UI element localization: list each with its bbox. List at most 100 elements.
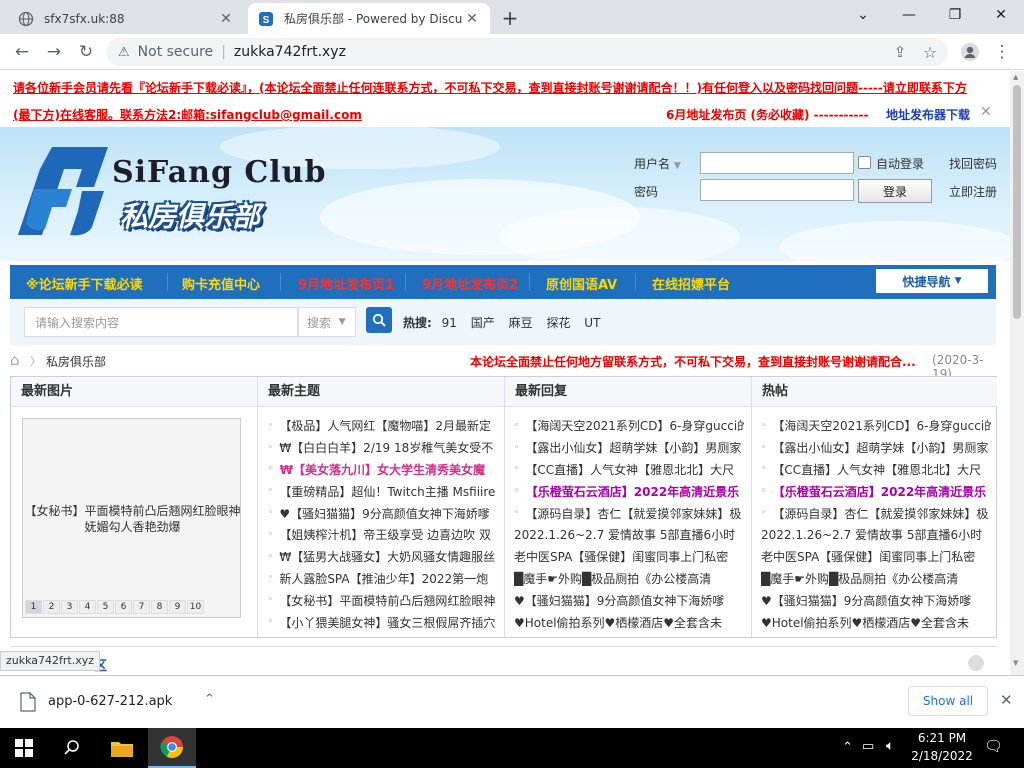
- image-caption[interactable]: 【女秘书】平面模特前凸后翘网红脸眼神妩媚勾人香艳劲爆: [23, 503, 242, 535]
- tray-chevron-up-icon[interactable]: ⌃: [842, 740, 853, 755]
- nav-online-platform[interactable]: 在线招嫖平台: [652, 274, 730, 293]
- share-icon[interactable]: ⇪: [888, 40, 912, 64]
- url-text[interactable]: zukka742frt.xyz: [234, 44, 346, 60]
- pager-page[interactable]: 6: [115, 600, 132, 614]
- nav-address-1[interactable]: 9月地址发布页1: [298, 274, 394, 293]
- list-item[interactable]: ◦ 【小丫猥美腿女神】骚女三根假屌齐插穴: [268, 611, 498, 633]
- menu-dots-icon[interactable]: ⋮: [990, 40, 1014, 64]
- breadcrumb-current[interactable]: 私房俱乐部: [46, 353, 106, 370]
- profile-avatar-icon[interactable]: [958, 40, 982, 64]
- address-bar[interactable]: ⚠ Not secure | zukka742frt.xyz: [106, 38, 948, 66]
- pager-page[interactable]: 4: [79, 600, 96, 614]
- list-item[interactable]: ◦ ₩【美女落九川】女大学生清秀美女魔: [268, 459, 498, 481]
- contact-link[interactable]: (最下方)在线客服。联系方法2:邮箱:sifangclub@gmail.com: [13, 108, 362, 122]
- chevron-down-icon[interactable]: ⌄: [850, 4, 876, 26]
- close-tab-icon[interactable]: ✕: [216, 9, 236, 29]
- nav-recharge[interactable]: 购卡充值中心: [182, 274, 260, 293]
- hot-term[interactable]: 探花: [546, 316, 570, 330]
- list-item[interactable]: ◦ ₩【猛男大战骚女】大奶风骚女情趣服丝: [268, 546, 498, 568]
- scroll-down-icon[interactable]: ▼: [1013, 659, 1018, 667]
- list-item[interactable]: ◦ 新人露脸SPA【推油少年】2022第一炮: [268, 568, 498, 590]
- hot-term[interactable]: 麻豆: [509, 316, 533, 330]
- file-explorer-icon[interactable]: [98, 728, 146, 768]
- list-item[interactable]: 2022.1.26~2.7 爱情故事 5部直播6小时: [514, 524, 744, 546]
- close-download-bar-icon[interactable]: ✕: [1000, 691, 1013, 709]
- password-input[interactable]: [700, 179, 854, 201]
- list-item[interactable]: ◦ 【极品】人气网红【魔物喵】2月最新定: [268, 415, 498, 437]
- list-item[interactable]: ♥Hotel偷拍系列♥栖檬酒店♥全套含未: [761, 611, 991, 633]
- address-release-page[interactable]: 6月地址发布页 (务必收藏) -----------: [666, 106, 868, 123]
- hot-term[interactable]: 91: [442, 316, 457, 330]
- address-publisher-download[interactable]: 地址发布器下载: [886, 106, 970, 123]
- nav-address-2[interactable]: 9月地址发布页2: [422, 274, 518, 293]
- pager-page[interactable]: 8: [151, 600, 168, 614]
- notice-line-2[interactable]: (最下方)在线客服。联系方法2:邮箱:sifangclub@gmail.com: [13, 106, 362, 123]
- maximize-button[interactable]: ❐: [942, 4, 968, 26]
- taskbar-date[interactable]: 2/18/2022: [910, 749, 974, 763]
- pager-page[interactable]: 7: [133, 600, 150, 614]
- pager-page[interactable]: 3: [61, 600, 78, 614]
- pager-page[interactable]: 1: [25, 600, 42, 614]
- list-item[interactable]: ◦ 【重磅精品】超仙！Twitch主播 Msfiiire: [268, 480, 498, 502]
- search-button[interactable]: [366, 307, 392, 333]
- download-filename[interactable]: app-0-627-212.apk: [48, 694, 172, 709]
- chrome-icon[interactable]: [148, 728, 196, 768]
- reload-icon[interactable]: ↻: [74, 40, 98, 64]
- bookmark-star-icon[interactable]: ☆: [918, 40, 942, 64]
- volume-icon[interactable]: 🔈︎: [886, 738, 894, 754]
- windows-start-icon[interactable]: [0, 728, 48, 768]
- list-item[interactable]: ♥【骚妇猫猫】9分高颜值女神下海娇嗲: [514, 589, 744, 611]
- chevron-up-icon[interactable]: ⌃: [204, 692, 215, 707]
- list-item[interactable]: ♥【骚妇猫猫】9分高颜值女神下海娇嗲: [761, 589, 991, 611]
- list-item[interactable]: 老中医SPA【骚保健】闺蜜同事上门私密: [514, 546, 744, 568]
- show-all-button[interactable]: Show all: [908, 686, 988, 716]
- list-item[interactable]: ◦ 【源码自录】杏仁【就爱摸邻家妹妹】极: [514, 502, 744, 524]
- minimize-button[interactable]: —: [896, 4, 922, 26]
- taskbar-time[interactable]: 6:21 PM: [912, 731, 972, 745]
- pager-page[interactable]: 5: [97, 600, 114, 614]
- login-button[interactable]: 登录: [858, 179, 932, 203]
- nav-original-av[interactable]: 原创国语AV: [546, 274, 617, 293]
- network-icon[interactable]: ▭: [862, 739, 874, 754]
- tab-sfx7sfx[interactable]: sfx7sfx.uk:88 ✕: [8, 3, 244, 34]
- search-input[interactable]: 请输入搜索内容: [24, 307, 298, 337]
- collapse-icon[interactable]: ✕: [980, 104, 996, 120]
- hot-term[interactable]: 国产: [471, 316, 495, 330]
- announcement-text[interactable]: 本论坛全面禁止任何地方留联系方式，不可私下交易，查到直接封账号谢谢请配合...: [470, 353, 918, 370]
- list-item[interactable]: ◦ 【CC直播】人气女神【雅恩北北】大尺: [514, 459, 744, 481]
- list-item[interactable]: ◦ ♥【骚妇猫猫】9分高颜值女神下海娇嗲: [268, 502, 498, 524]
- list-item[interactable]: ◦ 【露出小仙女】超萌学妹【小韵】男厕家: [514, 437, 744, 459]
- list-item[interactable]: ◦ 【乐橙萤石云酒店】2022年高清近景乐: [514, 480, 744, 502]
- list-item[interactable]: ♥Hotel偷拍系列♥栖檬酒店♥全套含未: [514, 611, 744, 633]
- list-item[interactable]: █魔手☛外购█极品厕拍《办公楼高清: [514, 568, 744, 590]
- list-item[interactable]: ◦ 【源码自录】杏仁【就爱摸邻家妹妹】极: [761, 502, 991, 524]
- list-item[interactable]: ◦ ₩【白白白羊】2/19 18岁稚气美女受不: [268, 437, 498, 459]
- list-item[interactable]: ◦ 【海阔天空2021系列CD】6-身穿gucci的: [761, 415, 991, 437]
- auto-login-label[interactable]: 自动登录: [876, 155, 924, 172]
- hot-term[interactable]: UT: [584, 316, 600, 330]
- pager-page[interactable]: 9: [169, 600, 186, 614]
- pager-page[interactable]: 2: [43, 600, 60, 614]
- close-window-button[interactable]: ✕: [988, 4, 1014, 26]
- username-input[interactable]: [700, 152, 854, 174]
- security-label[interactable]: Not secure: [138, 44, 214, 60]
- collapse-circle-icon[interactable]: [968, 655, 984, 671]
- new-tab-button[interactable]: +: [498, 6, 522, 30]
- quick-nav-button[interactable]: 快捷导航 ▼: [876, 269, 988, 293]
- register-link[interactable]: 立即注册: [949, 183, 997, 200]
- list-item[interactable]: ◦ 【CC直播】人气女神【雅恩北北】大尺: [761, 459, 991, 481]
- list-item[interactable]: 老中医SPA【骚保健】闺蜜同事上门私密: [761, 546, 991, 568]
- back-arrow-icon[interactable]: ←: [10, 40, 34, 64]
- list-item[interactable]: ◦ 【女秘书】平面模特前凸后翘网红脸眼神: [268, 589, 498, 611]
- warning-icon[interactable]: ⚠: [118, 45, 130, 60]
- list-item[interactable]: ◦ 【露出小仙女】超萌学妹【小韵】男厕家: [761, 437, 991, 459]
- home-icon[interactable]: ⌂: [10, 351, 20, 369]
- notice-link[interactable]: 请各位新手会员请先看『论坛新手下载必读』，(本论坛全面禁止任何连联系方式，不可私…: [13, 81, 967, 95]
- scrollbar-thumb[interactable]: [1013, 85, 1021, 319]
- search-type-select[interactable]: 搜索 ▼: [298, 307, 356, 337]
- list-item[interactable]: 2022.1.26~2.7 爱情故事 5部直播6小时: [761, 524, 991, 546]
- nav-newbie-guide[interactable]: ※论坛新手下载必读: [26, 274, 143, 293]
- pager-page[interactable]: 10: [187, 600, 204, 614]
- list-item[interactable]: ◦ 【乐橙萤石云酒店】2022年高清近景乐: [761, 480, 991, 502]
- latest-image-slider[interactable]: 【女秘书】平面模特前凸后翘网红脸眼神妩媚勾人香艳劲爆 1 2 3 4 5 6 7…: [22, 418, 241, 618]
